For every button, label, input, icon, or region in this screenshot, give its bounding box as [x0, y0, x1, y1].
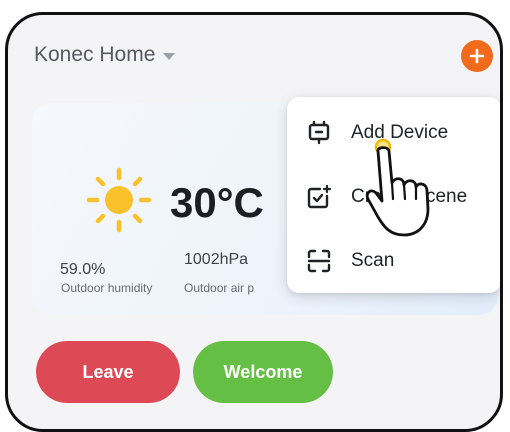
menu-item-label: Scan	[351, 250, 395, 271]
add-button[interactable]	[461, 40, 493, 72]
home-selector[interactable]: Konec Home	[34, 43, 176, 67]
sun-icon	[86, 167, 152, 233]
temperature: 30°C	[170, 179, 264, 226]
home-name: Konec Home	[34, 43, 156, 66]
pressure-value: 1002hPa	[184, 251, 249, 268]
pressure-label: Outdoor air p	[184, 281, 255, 295]
welcome-label: Welcome	[223, 361, 303, 382]
welcome-scene-button[interactable]: Welcome	[193, 341, 333, 403]
humidity-value: 59.0%	[60, 261, 106, 278]
pointing-hand-icon	[365, 138, 430, 237]
humidity-label: Outdoor humidity	[61, 281, 153, 295]
add-device-icon	[308, 120, 330, 145]
create-scene-icon	[307, 184, 332, 209]
plus-icon	[469, 48, 485, 64]
caret-down-icon	[163, 53, 176, 60]
leave-scene-button[interactable]: Leave	[36, 341, 180, 403]
leave-label: Leave	[82, 361, 134, 382]
scan-icon	[307, 249, 331, 273]
phone-frame: Konec Home 30°C 59.0% Outdoor humidity 1…	[5, 12, 503, 432]
